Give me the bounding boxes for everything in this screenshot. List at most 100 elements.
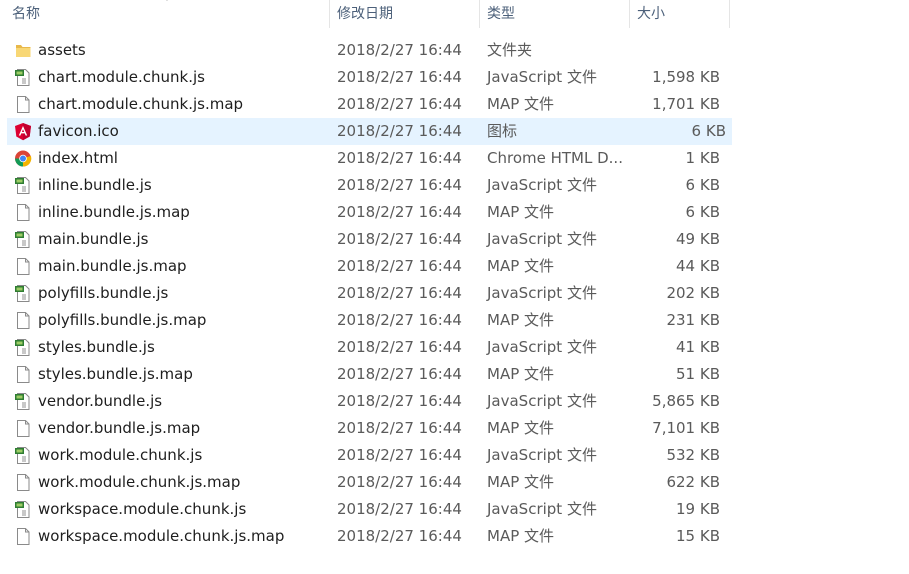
file-row[interactable]: styles.bundle.js.map 2018/2/27 16:44 MAP 文… bbox=[0, 361, 909, 388]
column-divider[interactable] bbox=[479, 0, 480, 28]
file-date: 2018/2/27 16:44 bbox=[337, 257, 462, 275]
file-size: 202 KB bbox=[666, 284, 720, 302]
file-name: styles.bundle.js.map bbox=[38, 365, 193, 383]
file-name: main.bundle.js.map bbox=[38, 257, 187, 275]
file-size: 1,701 KB bbox=[652, 95, 720, 113]
file-row[interactable]: favicon.ico 2018/2/27 16:44 图标 6 KB bbox=[7, 118, 732, 145]
file-size: 44 KB bbox=[676, 257, 720, 275]
file-type: JavaScript 文件 bbox=[487, 68, 597, 86]
file-row[interactable]: work.module.chunk.js 2018/2/27 16:44 JavaS… bbox=[0, 442, 909, 469]
js-file-icon bbox=[14, 392, 32, 411]
file-row[interactable]: vendor.bundle.js 2018/2/27 16:44 JavaScrip… bbox=[0, 388, 909, 415]
file-date: 2018/2/27 16:44 bbox=[337, 230, 462, 248]
file-row[interactable]: main.bundle.js.map 2018/2/27 16:44 MAP 文件 4… bbox=[0, 253, 909, 280]
js-file-icon bbox=[14, 284, 32, 303]
file-row[interactable]: workspace.module.chunk.js 2018/2/27 16:44… bbox=[0, 496, 909, 523]
file-size: 5,865 KB bbox=[652, 392, 720, 410]
file-size: 1,598 KB bbox=[652, 68, 720, 86]
file-type: JavaScript 文件 bbox=[487, 176, 597, 194]
file-date: 2018/2/27 16:44 bbox=[337, 500, 462, 518]
file-name: chart.module.chunk.js.map bbox=[38, 95, 244, 113]
file-row[interactable]: index.html 2018/2/27 16:44 Chrome HTML D..… bbox=[0, 145, 909, 172]
file-type: Chrome HTML D... bbox=[487, 149, 623, 167]
file-size: 6 KB bbox=[691, 122, 726, 140]
file-row[interactable]: inline.bundle.js.map 2018/2/27 16:44 MAP 文… bbox=[0, 199, 909, 226]
column-header-date[interactable]: 修改日期 bbox=[337, 0, 393, 28]
file-row[interactable]: work.module.chunk.js.map 2018/2/27 16:44 M… bbox=[0, 469, 909, 496]
file-size: 6 KB bbox=[685, 176, 720, 194]
file-icon bbox=[14, 365, 32, 384]
js-file-icon bbox=[14, 230, 32, 249]
file-name: polyfills.bundle.js bbox=[38, 284, 169, 302]
file-type: MAP 文件 bbox=[487, 95, 555, 113]
sort-ascending-icon bbox=[166, 0, 168, 1]
file-row[interactable]: chart.module.chunk.js 2018/2/27 16:44 Java… bbox=[0, 64, 909, 91]
file-size: 231 KB bbox=[666, 311, 720, 329]
file-icon bbox=[14, 257, 32, 276]
file-type: 文件夹 bbox=[487, 41, 533, 59]
file-date: 2018/2/27 16:44 bbox=[337, 68, 462, 86]
file-size: 51 KB bbox=[676, 365, 720, 383]
file-name: styles.bundle.js bbox=[38, 338, 155, 356]
file-name: assets bbox=[38, 41, 86, 59]
file-type: MAP 文件 bbox=[487, 473, 555, 491]
js-file-icon bbox=[14, 68, 32, 87]
file-name: vendor.bundle.js bbox=[38, 392, 163, 410]
column-divider[interactable] bbox=[329, 0, 330, 28]
column-divider[interactable] bbox=[729, 0, 730, 28]
file-row[interactable]: styles.bundle.js 2018/2/27 16:44 JavaScrip… bbox=[0, 334, 909, 361]
file-date: 2018/2/27 16:44 bbox=[337, 446, 462, 464]
file-name: workspace.module.chunk.js.map bbox=[38, 527, 285, 545]
column-header-size[interactable]: 大小 bbox=[637, 0, 665, 28]
file-date: 2018/2/27 16:44 bbox=[337, 95, 462, 113]
file-date: 2018/2/27 16:44 bbox=[337, 527, 462, 545]
file-row[interactable]: assets 2018/2/27 16:44 文件夹 bbox=[0, 37, 909, 64]
angular-icon bbox=[14, 122, 32, 141]
js-file-icon bbox=[14, 176, 32, 195]
file-type: MAP 文件 bbox=[487, 257, 555, 275]
file-type: JavaScript 文件 bbox=[487, 284, 597, 302]
js-file-icon bbox=[14, 500, 32, 519]
file-size: 49 KB bbox=[676, 230, 720, 248]
file-date: 2018/2/27 16:44 bbox=[337, 203, 462, 221]
file-date: 2018/2/27 16:44 bbox=[337, 392, 462, 410]
folder-icon bbox=[14, 41, 32, 60]
file-name: index.html bbox=[38, 149, 118, 167]
file-type: JavaScript 文件 bbox=[487, 446, 597, 464]
file-icon bbox=[14, 527, 32, 546]
file-type: MAP 文件 bbox=[487, 527, 555, 545]
file-name: main.bundle.js bbox=[38, 230, 149, 248]
file-row[interactable]: inline.bundle.js 2018/2/27 16:44 JavaScrip… bbox=[0, 172, 909, 199]
file-type: MAP 文件 bbox=[487, 311, 555, 329]
file-name: work.module.chunk.js.map bbox=[38, 473, 241, 491]
column-divider[interactable] bbox=[629, 0, 630, 28]
file-row[interactable]: workspace.module.chunk.js.map 2018/2/27 1… bbox=[0, 523, 909, 550]
file-name: inline.bundle.js.map bbox=[38, 203, 190, 221]
file-row[interactable]: polyfills.bundle.js 2018/2/27 16:44 JavaSc… bbox=[0, 280, 909, 307]
file-date: 2018/2/27 16:44 bbox=[337, 284, 462, 302]
file-row[interactable]: polyfills.bundle.js.map 2018/2/27 16:44 MA… bbox=[0, 307, 909, 334]
file-size: 622 KB bbox=[666, 473, 720, 491]
file-row[interactable]: vendor.bundle.js.map 2018/2/27 16:44 MAP 文… bbox=[0, 415, 909, 442]
file-date: 2018/2/27 16:44 bbox=[337, 473, 462, 491]
file-size: 7,101 KB bbox=[652, 419, 720, 437]
file-type: 图标 bbox=[487, 122, 518, 140]
column-header-name[interactable]: 名称 bbox=[12, 0, 40, 28]
column-header-type[interactable]: 类型 bbox=[487, 0, 515, 28]
file-icon bbox=[14, 473, 32, 492]
file-type: JavaScript 文件 bbox=[487, 338, 597, 356]
file-date: 2018/2/27 16:44 bbox=[337, 365, 462, 383]
file-row[interactable]: main.bundle.js 2018/2/27 16:44 JavaScript … bbox=[0, 226, 909, 253]
file-row[interactable]: chart.module.chunk.js.map 2018/2/27 16:44… bbox=[0, 91, 909, 118]
file-date: 2018/2/27 16:44 bbox=[337, 419, 462, 437]
file-name: favicon.ico bbox=[38, 122, 119, 140]
file-name: chart.module.chunk.js bbox=[38, 68, 205, 86]
file-date: 2018/2/27 16:44 bbox=[337, 122, 462, 140]
file-name: vendor.bundle.js.map bbox=[38, 419, 201, 437]
file-date: 2018/2/27 16:44 bbox=[337, 338, 462, 356]
file-name: polyfills.bundle.js.map bbox=[38, 311, 207, 329]
file-date: 2018/2/27 16:44 bbox=[337, 149, 462, 167]
file-name: work.module.chunk.js bbox=[38, 446, 203, 464]
file-size: 1 KB bbox=[685, 149, 720, 167]
file-icon bbox=[14, 95, 32, 114]
